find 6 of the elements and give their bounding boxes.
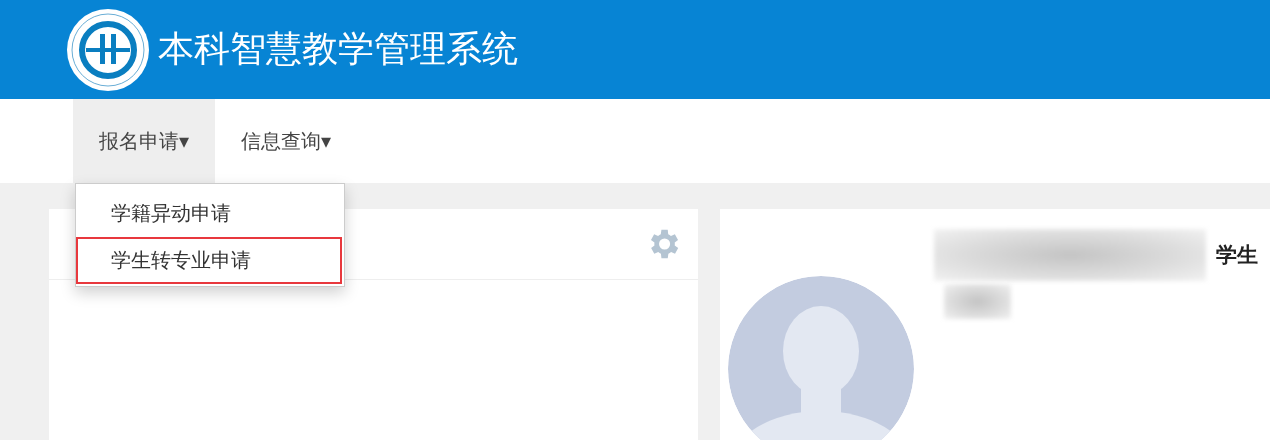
- role-label: 学生: [1216, 242, 1258, 269]
- dropdown-item[interactable]: 学生转专业申请: [76, 237, 342, 284]
- nav-menu-item[interactable]: 信息查询▾: [215, 99, 358, 183]
- system-title: 本科智慧教学管理系统: [158, 27, 518, 71]
- nav-menu-item[interactable]: 报名申请▾: [73, 99, 216, 183]
- redacted-text: [944, 284, 1011, 319]
